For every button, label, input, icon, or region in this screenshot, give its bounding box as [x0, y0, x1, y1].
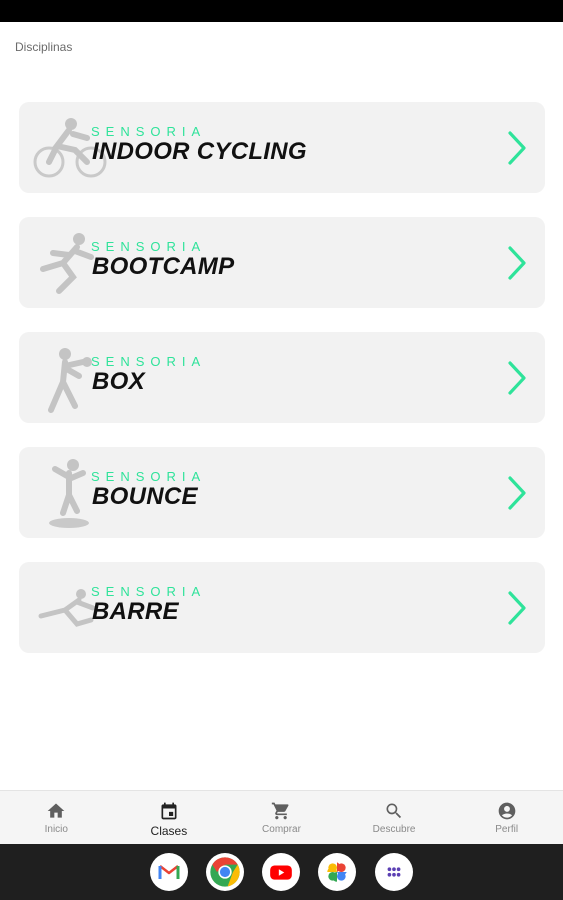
chrome-icon [210, 857, 240, 887]
discipline-name: BOUNCE [92, 483, 198, 510]
cart-icon [272, 802, 289, 820]
discipline-name: INDOOR CYCLING [92, 138, 307, 165]
apps-grid-icon [387, 867, 401, 877]
gmail-icon [158, 865, 180, 879]
bottom-navigation: Inicio Clases Comprar Descubre Perfil [0, 790, 563, 844]
account-icon [498, 802, 516, 820]
discipline-name: BOX [92, 368, 145, 395]
nav-label: Descubre [372, 824, 416, 835]
discipline-card-bootcamp[interactable]: SENSORIA BOOTCAMP [19, 217, 545, 308]
dock-app-gmail[interactable] [150, 853, 188, 891]
photos-icon [327, 862, 347, 882]
nav-label: Comprar [262, 824, 301, 835]
chevron-right-icon [508, 246, 526, 280]
nav-label: Clases [150, 824, 188, 838]
discipline-card-bounce[interactable]: SENSORIA BOUNCE [19, 447, 545, 538]
brand-label: SENSORIA [91, 239, 207, 254]
status-bar [0, 0, 563, 22]
calendar-icon [161, 802, 177, 820]
discipline-card-box[interactable]: SENSORIA BOX [19, 332, 545, 423]
search-icon [386, 803, 402, 819]
chevron-right-icon [508, 131, 526, 165]
dock-app-youtube[interactable] [262, 853, 300, 891]
brand-label: SENSORIA [91, 584, 207, 599]
home-icon [47, 803, 65, 818]
page-title: Disciplinas [15, 40, 73, 54]
chevron-right-icon [508, 591, 526, 625]
nav-label: Perfil [495, 824, 519, 835]
brand-label: SENSORIA [91, 469, 207, 484]
discipline-name: BOOTCAMP [92, 253, 235, 280]
discipline-name: BARRE [92, 598, 179, 625]
nav-item-descubre[interactable]: Descubre [338, 791, 451, 844]
nav-item-inicio[interactable]: Inicio [0, 791, 113, 844]
nav-item-comprar[interactable]: Comprar [225, 791, 338, 844]
discipline-card-barre[interactable]: SENSORIA BARRE [19, 562, 545, 653]
dock-app-photos[interactable] [318, 853, 356, 891]
system-dock [0, 844, 563, 900]
nav-label: Inicio [44, 824, 68, 835]
dock-app-chrome[interactable] [206, 853, 244, 891]
discipline-card-indoor-cycling[interactable]: SENSORIA INDOOR CYCLING [19, 102, 545, 193]
brand-label: SENSORIA [91, 354, 207, 369]
nav-item-perfil[interactable]: Perfil [450, 791, 563, 844]
dock-app-drawer[interactable] [375, 853, 413, 891]
brand-label: SENSORIA [91, 124, 207, 139]
chevron-right-icon [508, 361, 526, 395]
chevron-right-icon [508, 476, 526, 510]
youtube-icon [270, 865, 292, 880]
nav-item-clases[interactable]: Clases [113, 791, 226, 844]
